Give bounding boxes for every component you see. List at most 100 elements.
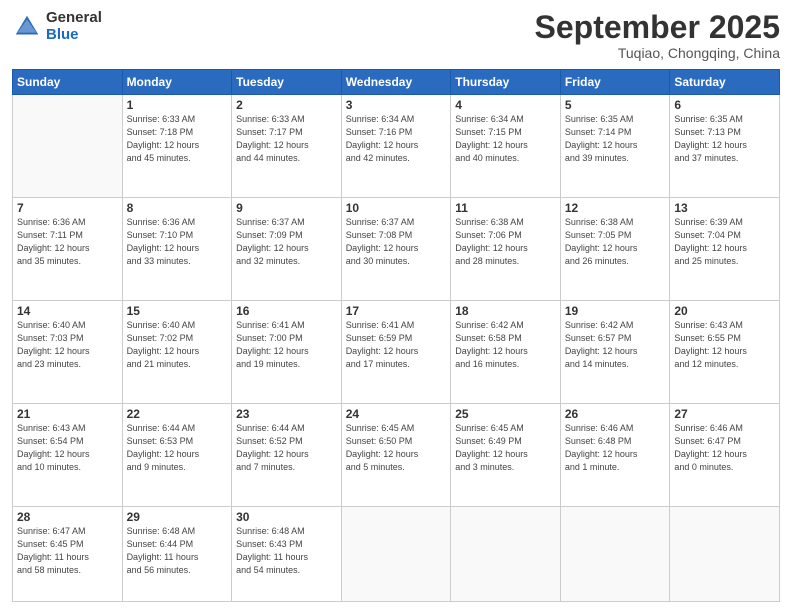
day-info: Sunrise: 6:44 AM Sunset: 6:52 PM Dayligh… xyxy=(236,422,337,474)
day-number: 16 xyxy=(236,304,337,318)
calendar-day-cell: 6Sunrise: 6:35 AM Sunset: 7:13 PM Daylig… xyxy=(670,95,780,198)
day-info: Sunrise: 6:38 AM Sunset: 7:05 PM Dayligh… xyxy=(565,216,666,268)
day-number: 28 xyxy=(17,510,118,524)
day-number: 27 xyxy=(674,407,775,421)
calendar-day-cell: 8Sunrise: 6:36 AM Sunset: 7:10 PM Daylig… xyxy=(122,198,232,301)
day-number: 11 xyxy=(455,201,556,215)
month-title: September 2025 xyxy=(535,10,780,45)
calendar-day-cell: 25Sunrise: 6:45 AM Sunset: 6:49 PM Dayli… xyxy=(451,403,561,506)
weekday-header-cell: Monday xyxy=(122,70,232,95)
day-number: 4 xyxy=(455,98,556,112)
day-number: 14 xyxy=(17,304,118,318)
calendar-day-cell xyxy=(451,506,561,601)
calendar-day-cell: 13Sunrise: 6:39 AM Sunset: 7:04 PM Dayli… xyxy=(670,198,780,301)
weekday-header-cell: Thursday xyxy=(451,70,561,95)
day-number: 29 xyxy=(127,510,228,524)
day-info: Sunrise: 6:34 AM Sunset: 7:15 PM Dayligh… xyxy=(455,113,556,165)
calendar-week-row: 14Sunrise: 6:40 AM Sunset: 7:03 PM Dayli… xyxy=(13,300,780,403)
day-number: 8 xyxy=(127,201,228,215)
day-info: Sunrise: 6:41 AM Sunset: 6:59 PM Dayligh… xyxy=(346,319,447,371)
day-info: Sunrise: 6:47 AM Sunset: 6:45 PM Dayligh… xyxy=(17,525,118,577)
calendar-day-cell: 20Sunrise: 6:43 AM Sunset: 6:55 PM Dayli… xyxy=(670,300,780,403)
calendar-week-row: 21Sunrise: 6:43 AM Sunset: 6:54 PM Dayli… xyxy=(13,403,780,506)
weekday-header-cell: Friday xyxy=(560,70,670,95)
day-number: 6 xyxy=(674,98,775,112)
day-info: Sunrise: 6:36 AM Sunset: 7:10 PM Dayligh… xyxy=(127,216,228,268)
logo-general: General xyxy=(46,10,102,27)
day-info: Sunrise: 6:33 AM Sunset: 7:18 PM Dayligh… xyxy=(127,113,228,165)
calendar-day-cell: 11Sunrise: 6:38 AM Sunset: 7:06 PM Dayli… xyxy=(451,198,561,301)
day-number: 1 xyxy=(127,98,228,112)
day-number: 18 xyxy=(455,304,556,318)
calendar-day-cell: 23Sunrise: 6:44 AM Sunset: 6:52 PM Dayli… xyxy=(232,403,342,506)
calendar-week-row: 28Sunrise: 6:47 AM Sunset: 6:45 PM Dayli… xyxy=(13,506,780,601)
day-number: 7 xyxy=(17,201,118,215)
day-number: 23 xyxy=(236,407,337,421)
location-title: Tuqiao, Chongqing, China xyxy=(535,45,780,61)
calendar-day-cell: 5Sunrise: 6:35 AM Sunset: 7:14 PM Daylig… xyxy=(560,95,670,198)
title-block: September 2025 Tuqiao, Chongqing, China xyxy=(535,10,780,61)
day-info: Sunrise: 6:41 AM Sunset: 7:00 PM Dayligh… xyxy=(236,319,337,371)
day-info: Sunrise: 6:43 AM Sunset: 6:54 PM Dayligh… xyxy=(17,422,118,474)
day-info: Sunrise: 6:42 AM Sunset: 6:57 PM Dayligh… xyxy=(565,319,666,371)
day-number: 22 xyxy=(127,407,228,421)
weekday-header-cell: Tuesday xyxy=(232,70,342,95)
day-info: Sunrise: 6:35 AM Sunset: 7:13 PM Dayligh… xyxy=(674,113,775,165)
calendar-day-cell: 2Sunrise: 6:33 AM Sunset: 7:17 PM Daylig… xyxy=(232,95,342,198)
calendar-day-cell: 1Sunrise: 6:33 AM Sunset: 7:18 PM Daylig… xyxy=(122,95,232,198)
day-number: 3 xyxy=(346,98,447,112)
day-info: Sunrise: 6:48 AM Sunset: 6:43 PM Dayligh… xyxy=(236,525,337,577)
day-info: Sunrise: 6:34 AM Sunset: 7:16 PM Dayligh… xyxy=(346,113,447,165)
calendar-day-cell xyxy=(341,506,451,601)
calendar-day-cell: 27Sunrise: 6:46 AM Sunset: 6:47 PM Dayli… xyxy=(670,403,780,506)
calendar-day-cell: 10Sunrise: 6:37 AM Sunset: 7:08 PM Dayli… xyxy=(341,198,451,301)
day-info: Sunrise: 6:37 AM Sunset: 7:09 PM Dayligh… xyxy=(236,216,337,268)
calendar-table: SundayMondayTuesdayWednesdayThursdayFrid… xyxy=(12,69,780,602)
day-info: Sunrise: 6:45 AM Sunset: 6:50 PM Dayligh… xyxy=(346,422,447,474)
day-info: Sunrise: 6:39 AM Sunset: 7:04 PM Dayligh… xyxy=(674,216,775,268)
day-number: 19 xyxy=(565,304,666,318)
day-number: 12 xyxy=(565,201,666,215)
calendar-day-cell: 21Sunrise: 6:43 AM Sunset: 6:54 PM Dayli… xyxy=(13,403,123,506)
day-number: 25 xyxy=(455,407,556,421)
calendar-week-row: 7Sunrise: 6:36 AM Sunset: 7:11 PM Daylig… xyxy=(13,198,780,301)
calendar-day-cell: 22Sunrise: 6:44 AM Sunset: 6:53 PM Dayli… xyxy=(122,403,232,506)
day-number: 26 xyxy=(565,407,666,421)
day-info: Sunrise: 6:46 AM Sunset: 6:47 PM Dayligh… xyxy=(674,422,775,474)
calendar-day-cell xyxy=(670,506,780,601)
day-number: 10 xyxy=(346,201,447,215)
calendar-day-cell xyxy=(560,506,670,601)
calendar-day-cell: 29Sunrise: 6:48 AM Sunset: 6:44 PM Dayli… xyxy=(122,506,232,601)
day-info: Sunrise: 6:40 AM Sunset: 7:03 PM Dayligh… xyxy=(17,319,118,371)
day-info: Sunrise: 6:48 AM Sunset: 6:44 PM Dayligh… xyxy=(127,525,228,577)
calendar-day-cell: 24Sunrise: 6:45 AM Sunset: 6:50 PM Dayli… xyxy=(341,403,451,506)
calendar-day-cell: 16Sunrise: 6:41 AM Sunset: 7:00 PM Dayli… xyxy=(232,300,342,403)
header: General Blue September 2025 Tuqiao, Chon… xyxy=(12,10,780,61)
day-number: 20 xyxy=(674,304,775,318)
weekday-header-row: SundayMondayTuesdayWednesdayThursdayFrid… xyxy=(13,70,780,95)
calendar-day-cell: 14Sunrise: 6:40 AM Sunset: 7:03 PM Dayli… xyxy=(13,300,123,403)
day-number: 24 xyxy=(346,407,447,421)
calendar-day-cell xyxy=(13,95,123,198)
day-info: Sunrise: 6:38 AM Sunset: 7:06 PM Dayligh… xyxy=(455,216,556,268)
logo: General Blue xyxy=(12,10,102,43)
weekday-header-cell: Wednesday xyxy=(341,70,451,95)
day-info: Sunrise: 6:37 AM Sunset: 7:08 PM Dayligh… xyxy=(346,216,447,268)
day-number: 21 xyxy=(17,407,118,421)
day-number: 30 xyxy=(236,510,337,524)
day-info: Sunrise: 6:45 AM Sunset: 6:49 PM Dayligh… xyxy=(455,422,556,474)
day-number: 15 xyxy=(127,304,228,318)
day-info: Sunrise: 6:42 AM Sunset: 6:58 PM Dayligh… xyxy=(455,319,556,371)
day-info: Sunrise: 6:36 AM Sunset: 7:11 PM Dayligh… xyxy=(17,216,118,268)
day-number: 13 xyxy=(674,201,775,215)
day-info: Sunrise: 6:40 AM Sunset: 7:02 PM Dayligh… xyxy=(127,319,228,371)
day-info: Sunrise: 6:35 AM Sunset: 7:14 PM Dayligh… xyxy=(565,113,666,165)
calendar-day-cell: 12Sunrise: 6:38 AM Sunset: 7:05 PM Dayli… xyxy=(560,198,670,301)
weekday-header-cell: Sunday xyxy=(13,70,123,95)
day-number: 2 xyxy=(236,98,337,112)
calendar-day-cell: 18Sunrise: 6:42 AM Sunset: 6:58 PM Dayli… xyxy=(451,300,561,403)
day-number: 17 xyxy=(346,304,447,318)
logo-icon xyxy=(12,12,42,42)
logo-text: General Blue xyxy=(46,10,102,43)
calendar-day-cell: 28Sunrise: 6:47 AM Sunset: 6:45 PM Dayli… xyxy=(13,506,123,601)
